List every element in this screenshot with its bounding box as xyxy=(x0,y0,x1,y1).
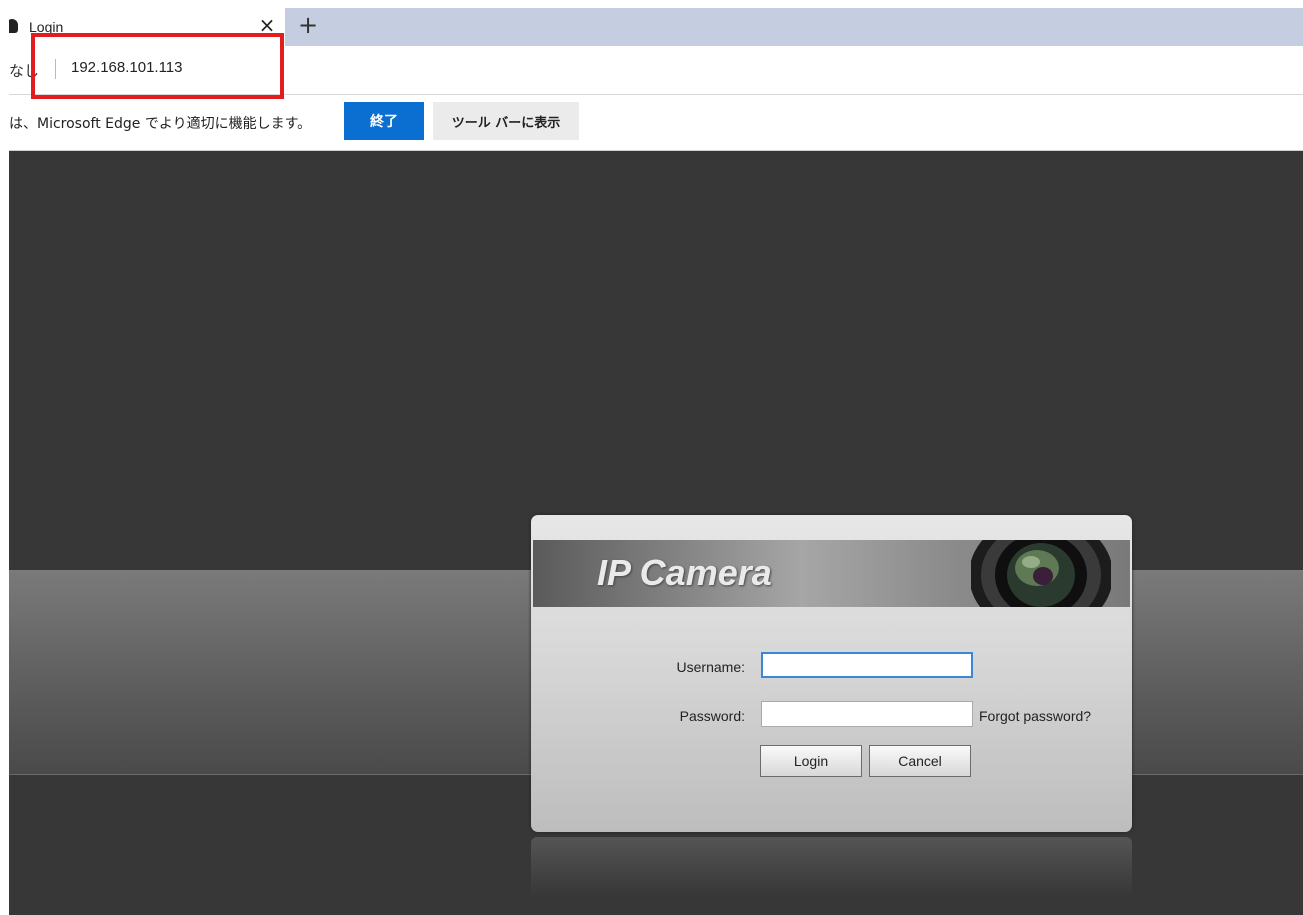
url-highlight-box xyxy=(31,33,284,99)
show-in-toolbar-button[interactable]: ツール バーに表示 xyxy=(433,102,579,140)
login-banner: IP Camera xyxy=(533,540,1130,607)
password-label: Password: xyxy=(679,708,745,724)
logo-text: IP Camera xyxy=(597,552,772,593)
info-bar: は、Microsoft Edge でより適切に機能します。 終了 ツール バーに… xyxy=(9,95,1303,151)
window-edge xyxy=(0,0,9,915)
username-input[interactable] xyxy=(761,652,973,678)
camera-lens-icon xyxy=(971,540,1111,607)
username-label: Username: xyxy=(676,659,745,675)
login-dialog: IP Camera Username: Password: Forgot pas… xyxy=(531,515,1132,832)
password-input[interactable] xyxy=(761,701,973,727)
new-tab-icon[interactable]: + xyxy=(295,12,321,38)
dialog-reflection xyxy=(531,837,1132,897)
info-message: は、Microsoft Edge でより適切に機能します。 xyxy=(9,116,312,132)
login-button[interactable]: Login xyxy=(760,745,862,777)
end-button[interactable]: 終了 xyxy=(344,102,424,140)
page-content: IP Camera Username: Password: Forgot pas… xyxy=(9,151,1303,915)
forgot-password-link[interactable]: Forgot password? xyxy=(979,708,1091,724)
cancel-button[interactable]: Cancel xyxy=(869,745,971,777)
